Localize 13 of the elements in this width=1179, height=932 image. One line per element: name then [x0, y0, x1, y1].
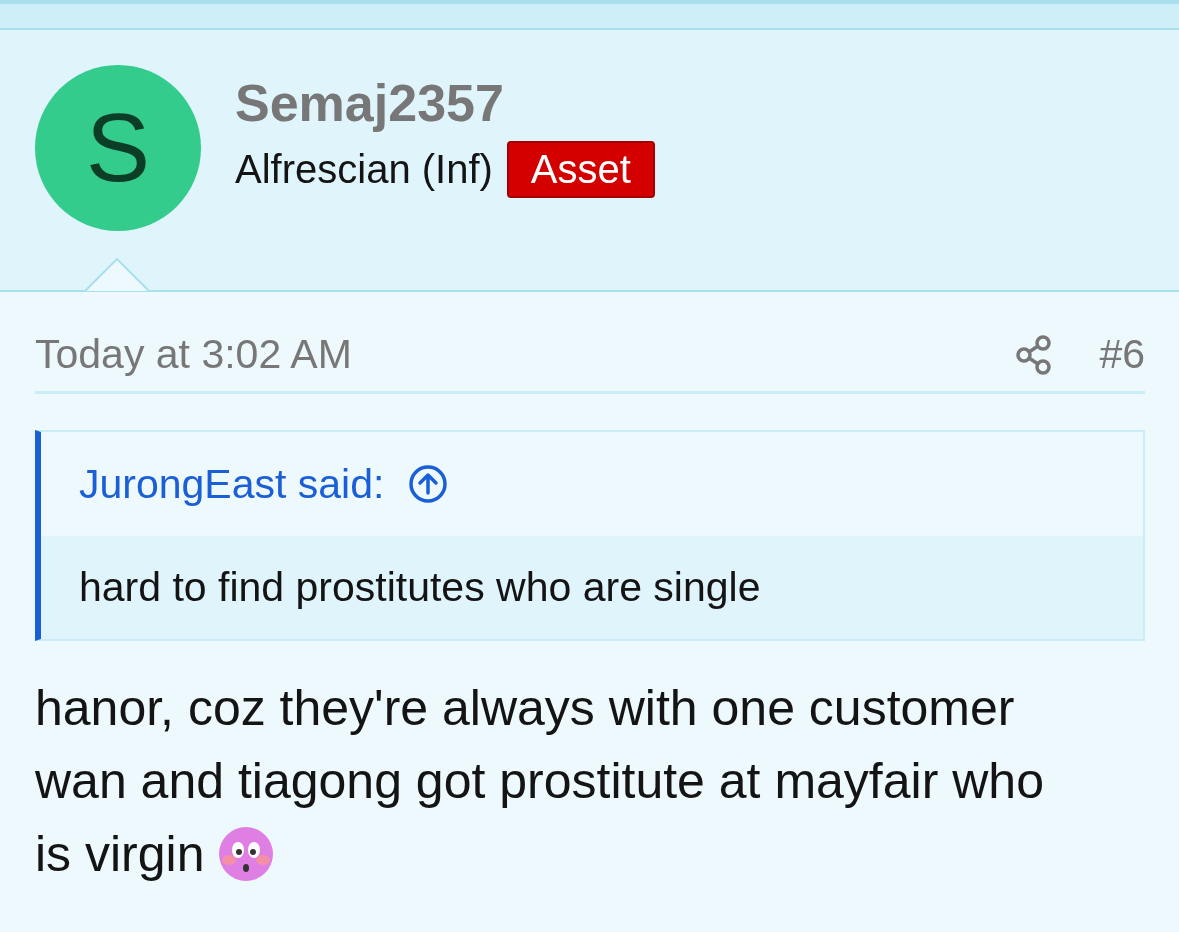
user-title: Alfrescian (Inf): [235, 147, 493, 192]
post-text: wan and tiagong got prostitute at mayfair who: [35, 751, 1044, 810]
share-icon[interactable]: [1015, 334, 1054, 375]
avatar[interactable]: S: [35, 65, 201, 231]
user-badge: Asset: [506, 141, 655, 198]
quote-author[interactable]: JurongEast said:: [79, 460, 385, 508]
post-text: is virgin: [35, 824, 205, 883]
quote-text: hard to find prostitutes who are single: [79, 564, 761, 610]
arrow-up-circle-icon[interactable]: [408, 464, 449, 504]
post-date[interactable]: Today at 3:02 AM: [35, 331, 352, 378]
post-number[interactable]: #6: [1099, 331, 1145, 378]
post-text: hanor, coz they're always with one customer: [35, 678, 1015, 737]
username[interactable]: Semaj2357: [235, 75, 655, 131]
